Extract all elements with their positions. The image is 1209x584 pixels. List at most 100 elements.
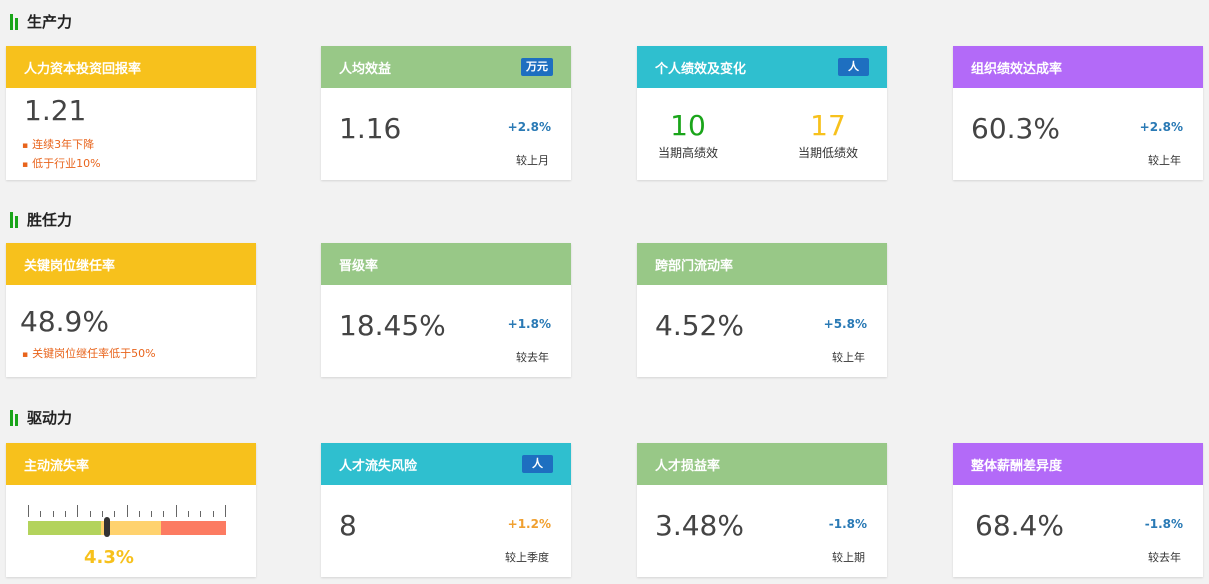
- card-compare: 较上期: [832, 551, 865, 564]
- card-title: 个人绩效及变化: [655, 61, 747, 77]
- card-header: 整体薪酬差异度: [953, 443, 1203, 485]
- gauge-value: 4.3%: [84, 547, 134, 568]
- section-competence: 胜任力: [10, 209, 72, 229]
- gauge-bar: [28, 521, 226, 535]
- card-title: 组织绩效达成率: [971, 61, 1063, 77]
- section-bars-icon: [10, 210, 18, 228]
- card-per-capita[interactable]: 人均效益 万元 1.16 +2.8% 较上月: [321, 46, 571, 180]
- card-value: 68.4%: [975, 509, 1064, 542]
- turnover-gauge: [28, 505, 226, 537]
- card-compare: 较去年: [1148, 551, 1181, 564]
- card-compare: 较上月: [516, 154, 549, 167]
- card-succession[interactable]: 关键岗位继任率 48.9% 关键岗位继任率低于50%: [6, 243, 256, 377]
- gauge-tick: [188, 511, 189, 517]
- card-org-rate[interactable]: 组织绩效达成率 60.3% +2.8% 较上年: [953, 46, 1203, 180]
- card-delta: +1.8%: [507, 317, 551, 331]
- card-value: 48.9%: [20, 305, 109, 338]
- card-delta: +1.2%: [507, 517, 551, 531]
- gauge-tick: [225, 505, 226, 517]
- gauge-tick: [200, 511, 201, 517]
- gauge-tick: [176, 505, 177, 517]
- card-value: 18.45%: [339, 309, 446, 342]
- gauge-tick: [114, 511, 115, 517]
- card-header: 人才流失风险 人: [321, 443, 571, 485]
- card-title: 主动流失率: [24, 458, 90, 474]
- gauge-tick: [90, 511, 91, 517]
- high-performance-value: 10: [670, 109, 706, 142]
- card-header: 人力资本投资回报率: [6, 46, 256, 88]
- card-note: 连续3年下降: [22, 136, 94, 152]
- card-title: 晋级率: [339, 258, 379, 274]
- card-delta: +2.8%: [507, 120, 551, 134]
- card-header: 组织绩效达成率: [953, 46, 1203, 88]
- card-compare: 较去年: [516, 351, 549, 364]
- card-header: 人才损益率: [637, 443, 887, 485]
- gauge-tick: [28, 505, 29, 517]
- card-compare: 较上季度: [505, 551, 549, 564]
- low-performance: 17 当期低绩效: [795, 110, 861, 161]
- card-delta: -1.8%: [1144, 517, 1183, 531]
- gauge-tick: [53, 511, 54, 517]
- card-mobility[interactable]: 跨部门流动率 4.52% +5.8% 较上年: [637, 243, 887, 377]
- card-delta: +2.8%: [1139, 120, 1183, 134]
- card-header: 主动流失率: [6, 443, 256, 485]
- card-delta: +5.8%: [823, 317, 867, 331]
- gauge-tick: [139, 511, 140, 517]
- card-compare: 较上年: [832, 351, 865, 364]
- section-bars-icon: [10, 408, 18, 426]
- card-note: 低于行业10%: [22, 155, 100, 171]
- high-performance-label: 当期高绩效: [657, 146, 718, 160]
- card-value: 8: [339, 509, 357, 542]
- gauge-tick: [102, 511, 103, 517]
- card-delta: -1.8%: [828, 517, 867, 531]
- card-title: 人均效益: [339, 61, 392, 77]
- gauge-tick: [163, 511, 164, 517]
- gauge-tick: [213, 511, 214, 517]
- card-header: 晋级率: [321, 243, 571, 285]
- gauge-tick: [127, 505, 128, 517]
- card-roi[interactable]: 人力资本投资回报率 1.21 连续3年下降 低于行业10%: [6, 46, 256, 180]
- card-header: 跨部门流动率: [637, 243, 887, 285]
- card-value: 4.52%: [655, 309, 744, 342]
- card-note: 关键岗位继任率低于50%: [22, 345, 155, 361]
- gauge-tick: [77, 505, 78, 517]
- card-header: 关键岗位继任率: [6, 243, 256, 285]
- gauge-needle: [104, 517, 110, 537]
- card-turnover[interactable]: 主动流失率 4.3%: [6, 443, 256, 577]
- gauge-segment-low: [28, 521, 102, 535]
- card-title: 人才损益率: [655, 458, 721, 474]
- card-header: 人均效益 万元: [321, 46, 571, 88]
- card-talent-risk[interactable]: 人才流失风险 人 8 +1.2% 较上季度: [321, 443, 571, 577]
- gauge-segment-high: [160, 521, 226, 535]
- card-title: 关键岗位继任率: [24, 258, 116, 274]
- unit-badge: 人: [838, 58, 869, 76]
- card-title: 整体薪酬差异度: [971, 458, 1063, 474]
- section-title: 驱动力: [27, 408, 73, 427]
- card-title: 人才流失风险: [339, 458, 418, 474]
- section-drive: 驱动力: [10, 407, 72, 427]
- section-title: 生产力: [27, 12, 73, 31]
- high-performance: 10 当期高绩效: [655, 110, 721, 161]
- gauge-tick: [151, 511, 152, 517]
- gauge-ticks: [28, 505, 226, 517]
- card-title: 跨部门流动率: [655, 258, 734, 274]
- card-value: 3.48%: [655, 509, 744, 542]
- low-performance-label: 当期低绩效: [797, 146, 858, 160]
- unit-badge: 万元: [521, 58, 553, 76]
- gauge-tick: [40, 511, 41, 517]
- card-compare: 较上年: [1148, 154, 1181, 167]
- low-performance-value: 17: [810, 109, 846, 142]
- card-value: 1.16: [339, 112, 402, 145]
- unit-badge: 人: [522, 455, 553, 473]
- gauge-segment-mid: [101, 521, 161, 535]
- gauge-tick: [65, 511, 66, 517]
- card-value: 60.3%: [971, 112, 1060, 145]
- card-promotion[interactable]: 晋级率 18.45% +1.8% 较去年: [321, 243, 571, 377]
- section-productivity: 生产力: [10, 11, 72, 31]
- card-header: 个人绩效及变化 人: [637, 46, 887, 88]
- section-title: 胜任力: [27, 210, 73, 229]
- card-pay-gap[interactable]: 整体薪酬差异度 68.4% -1.8% 较去年: [953, 443, 1203, 577]
- card-performance[interactable]: 个人绩效及变化 人 10 当期高绩效 17 当期低绩效: [637, 46, 887, 180]
- card-title: 人力资本投资回报率: [24, 61, 142, 77]
- card-talent-loss[interactable]: 人才损益率 3.48% -1.8% 较上期: [637, 443, 887, 577]
